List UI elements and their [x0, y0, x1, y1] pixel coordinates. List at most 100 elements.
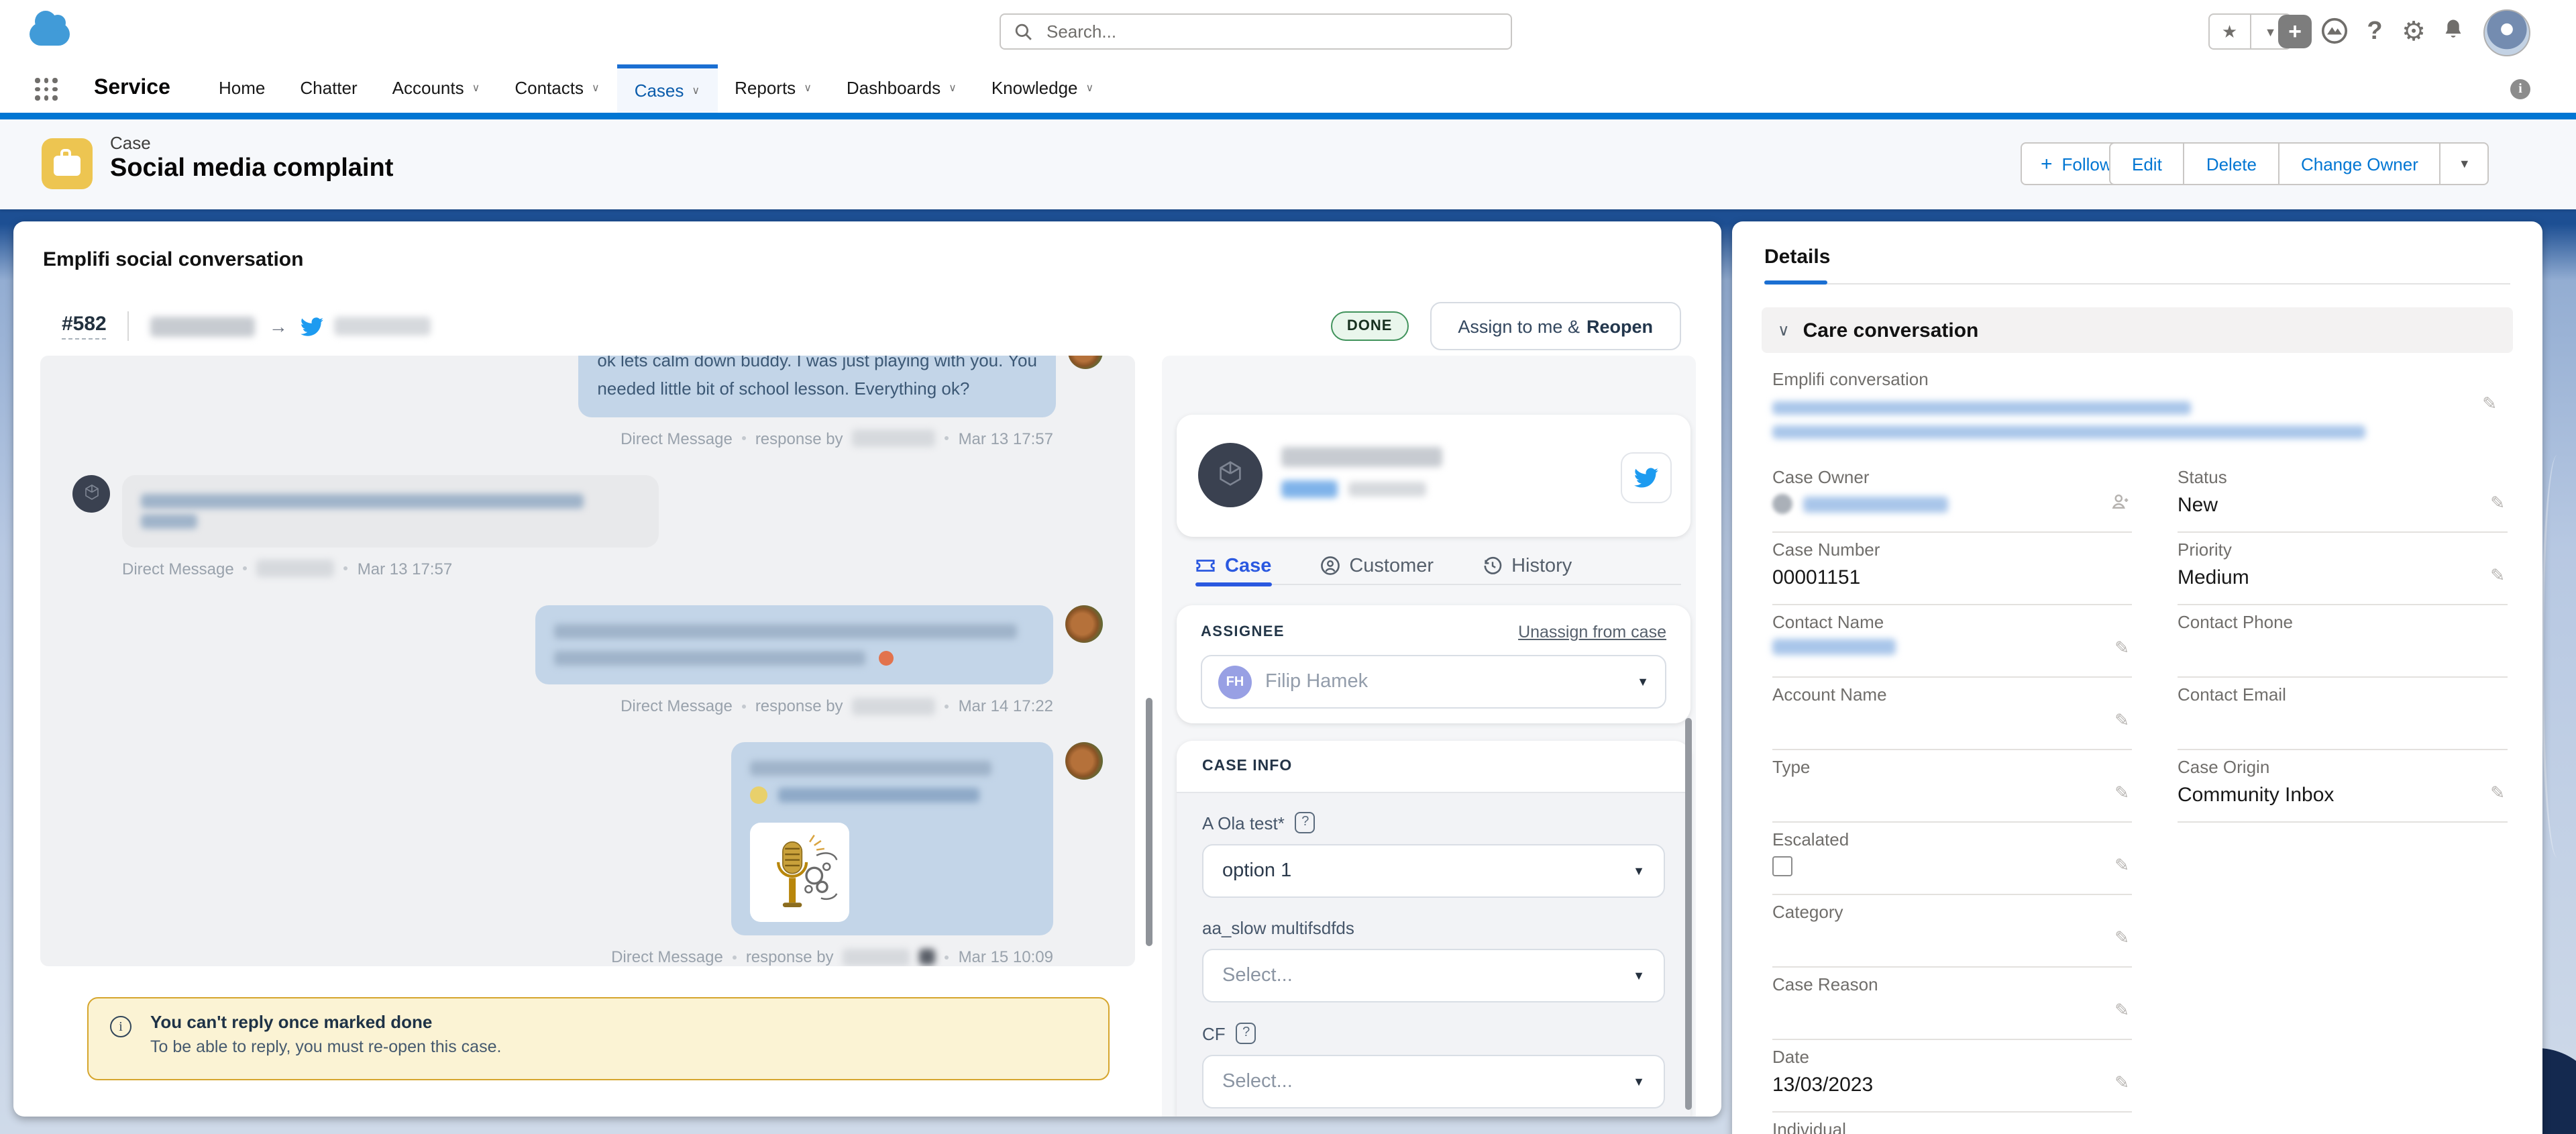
field-contact-name: Contact Name ✎ [1772, 605, 2132, 678]
info-icon[interactable]: i [2510, 79, 2530, 99]
twitter-profile-button[interactable] [1621, 452, 1672, 503]
edit-pencil-icon[interactable]: ✎ [2114, 710, 2129, 731]
user-avatar[interactable] [2483, 9, 2530, 56]
help-icon[interactable]: ? [2357, 16, 2392, 48]
edit-pencil-icon[interactable]: ✎ [2114, 782, 2129, 804]
message-meta: Direct Message response by Mar 15 10:09 [72, 947, 1103, 966]
details-tab[interactable]: Details [1764, 246, 1830, 268]
redacted-agent-name [843, 948, 910, 966]
redacted-customer-name [1281, 447, 1442, 467]
field-date: Date 13/03/2023 ✎ [1772, 1040, 2132, 1113]
page-title: Social media complaint [110, 154, 393, 184]
aa-slow-multi-select[interactable]: Select... ▼ [1202, 949, 1665, 1002]
section-care-conversation[interactable]: ∨ Care conversation [1762, 307, 2513, 353]
nav-tab-knowledge[interactable]: Knowledge∨ [974, 64, 1111, 113]
nav-tab-reports[interactable]: Reports∨ [717, 64, 829, 113]
nav-tab-dashboards[interactable]: Dashboards∨ [829, 64, 974, 113]
agent-avatar [1065, 743, 1103, 780]
tab-history[interactable]: History [1482, 548, 1572, 584]
unassign-link[interactable]: Unassign from case [1518, 623, 1666, 641]
image-attachment[interactable] [750, 823, 849, 922]
edit-pencil-icon[interactable]: ✎ [2114, 637, 2129, 659]
change-owner-icon[interactable] [2110, 493, 2129, 518]
message-bubble-redacted [122, 474, 659, 547]
agent-avatar [1068, 356, 1103, 369]
caret-down-icon: ▼ [1633, 969, 1645, 982]
a-ola-test-select[interactable]: option 1 ▼ [1202, 844, 1665, 898]
chevron-down-icon: ∨ [472, 64, 480, 113]
case-info-card: CASE INFO A Ola test* ? option 1 ▼ aa_sl… [1177, 741, 1690, 1117]
empty-cell [2178, 823, 2508, 894]
redacted-link [1772, 425, 2365, 439]
edit-pencil-icon[interactable]: ✎ [2114, 1072, 2129, 1094]
tab-customer[interactable]: Customer [1320, 548, 1434, 584]
change-owner-button[interactable]: Change Owner [2278, 144, 2440, 184]
tab-case[interactable]: Case [1195, 548, 1271, 584]
delete-button[interactable]: Delete [2184, 144, 2278, 184]
twitter-icon [301, 315, 324, 338]
assign-and-reopen-button[interactable]: Assign to me & Reopen [1430, 302, 1681, 350]
star-icon[interactable]: ★ [2210, 15, 2249, 48]
field-contact-phone: Contact Phone [2178, 605, 2508, 678]
trailhead-icon[interactable] [2317, 16, 2352, 48]
setup-gear-icon[interactable]: ⚙ [2396, 16, 2431, 48]
redacted-handle [1348, 482, 1426, 497]
message-bubble-redacted [535, 605, 1053, 685]
escalated-checkbox[interactable] [1772, 856, 1792, 876]
edit-pencil-icon[interactable]: ✎ [2490, 782, 2505, 804]
edit-pencil-icon[interactable]: ✎ [2114, 855, 2129, 876]
nav-tab-contacts[interactable]: Contacts∨ [497, 64, 616, 113]
redacted-text [554, 650, 865, 665]
notifications-bell-icon[interactable] [2435, 16, 2470, 48]
cf-select[interactable]: Select... ▼ [1202, 1055, 1665, 1109]
help-icon[interactable]: ? [1295, 812, 1316, 833]
more-actions-caret-icon[interactable]: ▼ [2440, 144, 2488, 184]
empty-cell [2178, 1040, 2508, 1111]
message-outbound: ok lets calm down buddy. I was just play… [72, 356, 1103, 417]
help-icon[interactable]: ? [1236, 1023, 1256, 1044]
active-tab-underline [1764, 280, 1827, 285]
nav-tab-home[interactable]: Home [201, 64, 282, 113]
field-case-number: Case Number 00001151 [1772, 533, 2132, 605]
edit-pencil-icon[interactable]: ✎ [2114, 1000, 2129, 1021]
emoji-icon [878, 650, 893, 665]
message-list-scrollbar[interactable] [1146, 698, 1152, 946]
app-launcher-icon[interactable] [35, 78, 58, 101]
side-panel-scrollbar[interactable] [1685, 718, 1692, 1110]
global-actions-button[interactable]: + [2278, 15, 2312, 48]
edit-button[interactable]: Edit [2110, 144, 2184, 184]
field-contact-email: Contact Email [2178, 678, 2508, 750]
details-panel: Details ∨ Care conversation Emplifi conv… [1732, 221, 2542, 1134]
owner-avatar [1772, 494, 1792, 514]
message-list[interactable]: ok lets calm down buddy. I was just play… [40, 356, 1135, 966]
field-label: CF ? [1202, 1023, 1665, 1044]
background-wave-decoration [2541, 455, 2573, 858]
plus-icon: + [2041, 152, 2053, 175]
conversation-id-link[interactable]: #582 [62, 313, 107, 340]
message-meta: Direct Message Mar 13 17:57 [72, 559, 1103, 578]
edit-pencil-icon[interactable]: ✎ [2114, 927, 2129, 949]
redacted-account-handle [335, 317, 431, 336]
nav-tab-accounts[interactable]: Accounts∨ [375, 64, 498, 113]
redacted-link [777, 788, 979, 803]
redacted-text [554, 623, 1017, 638]
caret-down-icon: ▼ [1637, 675, 1649, 688]
global-search[interactable] [1000, 13, 1512, 50]
edit-pencil-icon[interactable]: ✎ [2490, 565, 2505, 586]
arrow-right-icon: → [269, 315, 288, 337]
twitter-icon [1634, 466, 1658, 490]
edit-pencil-icon[interactable]: ✎ [2490, 493, 2505, 514]
alert-title: You can't reply once marked done [150, 1012, 1087, 1032]
assignee-select[interactable]: FH Filip Hamek ▼ [1201, 655, 1666, 709]
emplifi-conversation-panel: Emplifi social conversation #582 → DONE … [13, 221, 1721, 1117]
conversation-body: ok lets calm down buddy. I was just play… [40, 356, 1696, 1117]
edit-pencil-icon[interactable]: ✎ [2482, 393, 2497, 415]
redacted-customer-name [151, 316, 256, 336]
caret-down-icon: ▼ [1633, 864, 1645, 878]
search-input[interactable] [1044, 20, 1497, 43]
history-clock-icon [1482, 556, 1502, 576]
nav-tab-cases[interactable]: Cases∨ [617, 64, 717, 113]
nav-tab-chatter[interactable]: Chatter [282, 64, 374, 113]
redacted-badge [1281, 480, 1338, 498]
reply-disabled-alert: i You can't reply once marked done To be… [87, 997, 1110, 1080]
